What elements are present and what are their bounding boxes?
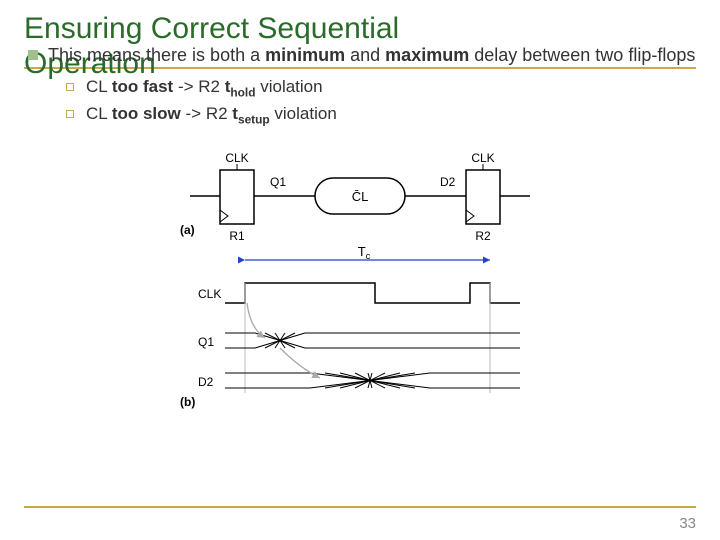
label-clk: CLK <box>471 151 494 165</box>
text-bold: tsetup <box>232 104 269 123</box>
square-bullet-icon <box>28 50 38 60</box>
label-r1: R1 <box>229 229 245 243</box>
text-bold: minimum <box>265 45 345 65</box>
label-b: (b) <box>180 395 195 409</box>
sub-bullet-text: CL too slow -> R2 tsetup violation <box>86 104 337 126</box>
label-d2: D2 <box>440 175 456 189</box>
text-fragment: CL <box>86 104 112 123</box>
hollow-square-icon <box>66 110 74 118</box>
label-a: (a) <box>180 223 195 237</box>
label-clk: CLK <box>225 151 248 165</box>
circuit-diagram: CLK Q1 R1 C̄L CLK D2 R2 (a) Tc <box>24 148 696 423</box>
text-fragment: and <box>345 45 385 65</box>
page-number: 33 <box>679 515 696 532</box>
list-item: CL too slow -> R2 tsetup violation <box>66 104 696 126</box>
text-fragment: violation <box>270 104 337 123</box>
label-q1-row: Q1 <box>198 335 214 349</box>
label-d2-row: D2 <box>198 375 214 389</box>
subscript: hold <box>230 86 255 100</box>
text-fragment: -> R2 <box>181 104 233 123</box>
footer-underline <box>24 506 696 508</box>
label-tc: Tc <box>358 244 371 261</box>
label-r2: R2 <box>475 229 491 243</box>
label-q1: Q1 <box>270 175 286 189</box>
text-bold: too slow <box>112 104 181 123</box>
main-bullet-text: This means there is both a minimum and m… <box>48 43 695 67</box>
text-bold: maximum <box>385 45 469 65</box>
sub-bullet-list: CL too fast -> R2 thold violation CL too… <box>66 77 696 126</box>
text-fragment: delay between two flip-flops <box>469 45 695 65</box>
diagram-svg: CLK Q1 R1 C̄L CLK D2 R2 (a) Tc <box>150 148 570 418</box>
text-fragment: This means there is both a <box>48 45 265 65</box>
title-line-1: Ensuring Correct Sequential <box>24 12 399 45</box>
label-cl: C̄L <box>352 189 369 204</box>
hollow-square-icon <box>66 83 74 91</box>
subscript: setup <box>238 112 270 126</box>
label-clk-row: CLK <box>198 287 221 301</box>
main-bullet: This means there is both a minimum and m… <box>28 43 696 67</box>
